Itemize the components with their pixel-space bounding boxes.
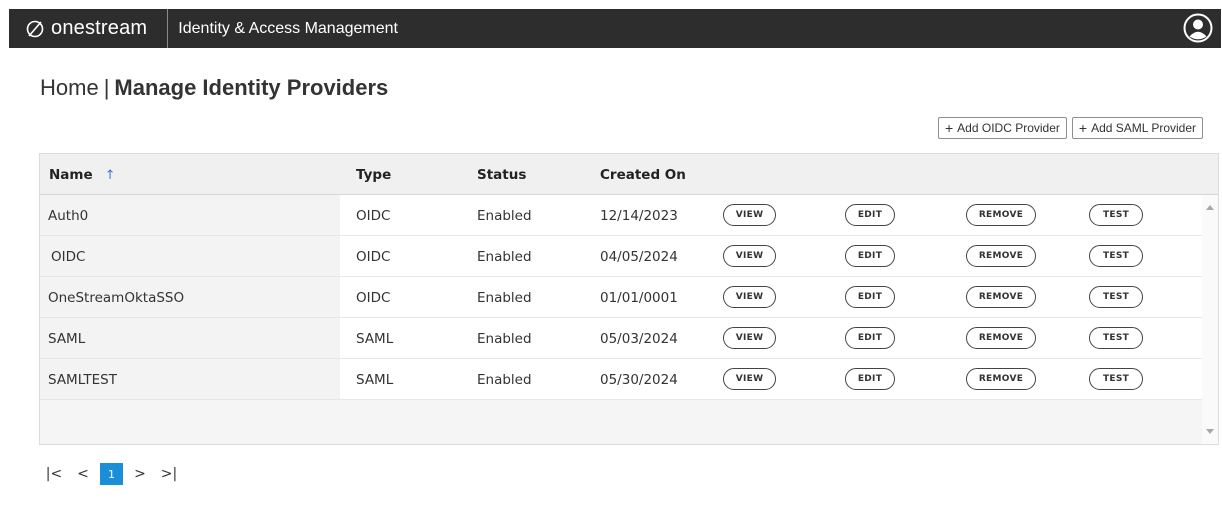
column-header-status[interactable]: Status: [477, 154, 526, 194]
column-header-created-on[interactable]: Created On: [600, 154, 686, 194]
grid-header: Name ↑ Type Status Created On: [40, 154, 1218, 195]
test-button[interactable]: TEST: [1089, 286, 1143, 308]
edit-button[interactable]: EDIT: [845, 245, 895, 267]
last-page-button[interactable]: >|: [157, 463, 181, 485]
cell-type: OIDC: [356, 290, 391, 306]
test-button[interactable]: TEST: [1089, 327, 1143, 349]
scroll-down-arrow-icon[interactable]: [1206, 429, 1214, 434]
test-button[interactable]: TEST: [1089, 368, 1143, 390]
view-button[interactable]: VIEW: [723, 327, 776, 349]
test-button[interactable]: TEST: [1089, 245, 1143, 267]
cell-status: Enabled: [477, 372, 532, 388]
breadcrumb-separator: |: [103, 75, 110, 100]
app-title: Identity & Access Management: [178, 19, 398, 37]
cell-type: SAML: [356, 372, 394, 388]
table-row[interactable]: OneStreamOktaSSO OIDC Enabled 01/01/0001…: [40, 277, 1202, 318]
view-button[interactable]: VIEW: [723, 245, 776, 267]
cell-type: OIDC: [356, 208, 391, 224]
identity-providers-grid: Name ↑ Type Status Created On Auth0 OIDC …: [39, 153, 1219, 445]
edit-button[interactable]: EDIT: [845, 368, 895, 390]
cell-created-on: 01/01/0001: [600, 290, 678, 306]
column-header-name[interactable]: Name ↑: [49, 154, 116, 194]
breadcrumb-home-link[interactable]: Home: [40, 75, 99, 100]
column-header-name-label: Name: [49, 167, 93, 183]
column-header-type[interactable]: Type: [356, 154, 391, 194]
user-avatar-icon[interactable]: [1183, 13, 1213, 43]
cell-name: SAMLTEST: [48, 372, 117, 388]
add-oidc-provider-button[interactable]: + Add OIDC Provider: [937, 117, 1067, 139]
edit-button[interactable]: EDIT: [845, 286, 895, 308]
add-oidc-provider-label: Add OIDC Provider: [957, 121, 1060, 135]
edit-button[interactable]: EDIT: [845, 204, 895, 226]
cell-status: Enabled: [477, 290, 532, 306]
plus-icon: +: [1078, 120, 1088, 136]
cell-status: Enabled: [477, 331, 532, 347]
add-saml-provider-label: Add SAML Provider: [1091, 121, 1196, 135]
sort-ascending-icon[interactable]: ↑: [105, 168, 116, 183]
remove-button[interactable]: REMOVE: [966, 204, 1036, 226]
view-button[interactable]: VIEW: [723, 204, 776, 226]
next-page-button[interactable]: >: [128, 463, 152, 485]
remove-button[interactable]: REMOVE: [966, 286, 1036, 308]
breadcrumb: Home | Manage Identity Providers: [40, 75, 388, 101]
cell-created-on: 04/05/2024: [600, 249, 678, 265]
edit-button[interactable]: EDIT: [845, 327, 895, 349]
pagination: |< < 1 > >|: [42, 463, 186, 485]
previous-page-button[interactable]: <: [71, 463, 95, 485]
first-page-button[interactable]: |<: [42, 463, 66, 485]
test-button[interactable]: TEST: [1089, 204, 1143, 226]
page-title: Manage Identity Providers: [114, 75, 389, 100]
cell-type: SAML: [356, 331, 394, 347]
cell-created-on: 05/30/2024: [600, 372, 678, 388]
table-row[interactable]: OIDC OIDC Enabled 04/05/2024 VIEW EDIT R…: [40, 236, 1202, 277]
scroll-up-arrow-icon[interactable]: [1206, 205, 1214, 210]
provider-actions: + Add OIDC Provider + Add SAML Provider: [937, 117, 1203, 139]
remove-button[interactable]: REMOVE: [966, 327, 1036, 349]
table-row[interactable]: SAML SAML Enabled 05/03/2024 VIEW EDIT R…: [40, 318, 1202, 359]
onestream-logo[interactable]: onestream: [9, 9, 169, 48]
grid-empty-area: [40, 400, 1202, 444]
cell-name: OneStreamOktaSSO: [48, 290, 185, 306]
cell-status: Enabled: [477, 208, 532, 224]
vertical-scrollbar[interactable]: [1202, 195, 1218, 444]
grid-body: Auth0 OIDC Enabled 12/14/2023 VIEW EDIT …: [40, 195, 1202, 400]
onestream-logo-icon: [26, 20, 44, 37]
cell-type: OIDC: [356, 249, 391, 265]
cell-created-on: 05/03/2024: [600, 331, 678, 347]
view-button[interactable]: VIEW: [723, 286, 776, 308]
add-saml-provider-button[interactable]: + Add SAML Provider: [1071, 117, 1203, 139]
table-row[interactable]: SAMLTEST SAML Enabled 05/30/2024 VIEW ED…: [40, 359, 1202, 400]
top-bar: onestream Identity & Access Management: [9, 9, 1221, 48]
remove-button[interactable]: REMOVE: [966, 245, 1036, 267]
remove-button[interactable]: REMOVE: [966, 368, 1036, 390]
page-number-button[interactable]: 1: [100, 463, 123, 485]
cell-status: Enabled: [477, 249, 532, 265]
table-row[interactable]: Auth0 OIDC Enabled 12/14/2023 VIEW EDIT …: [40, 195, 1202, 236]
cell-name: Auth0: [48, 208, 89, 224]
logo-text: onestream: [51, 17, 148, 39]
view-button[interactable]: VIEW: [723, 368, 776, 390]
cell-created-on: 12/14/2023: [600, 208, 678, 224]
plus-icon: +: [944, 120, 954, 136]
cell-name: SAML: [48, 331, 86, 347]
cell-name: OIDC: [51, 249, 86, 265]
